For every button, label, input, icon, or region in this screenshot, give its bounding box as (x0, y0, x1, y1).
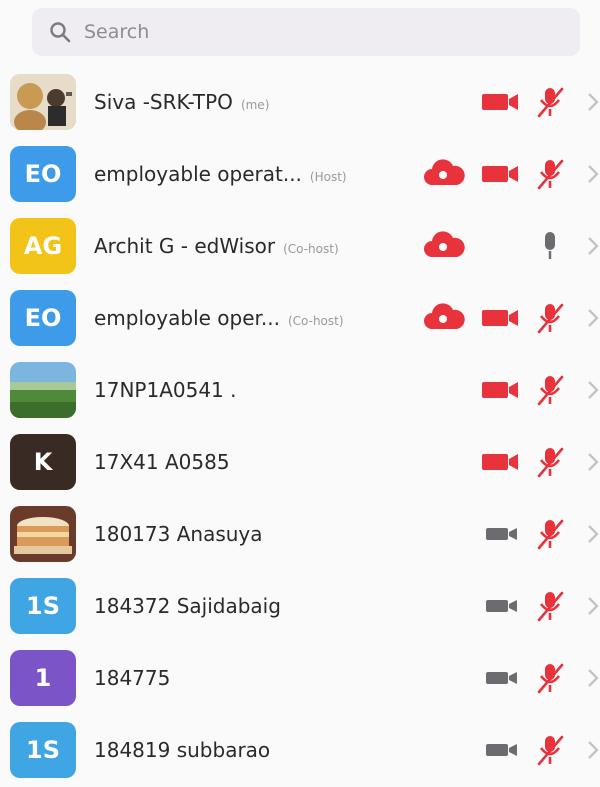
cloud-recording-icon (424, 159, 465, 185)
video-off-icon[interactable] (484, 740, 522, 760)
participant-name-wrap: 17X41 A0585 (94, 450, 230, 474)
participant-name-wrap: Archit G - edWisor (Co-host) (94, 234, 339, 258)
participant-row[interactable]: EO employable oper... (Co-host) (0, 282, 600, 354)
avatar: 1 (10, 650, 76, 706)
search-bar[interactable] (32, 8, 580, 56)
participant-role: (me) (240, 98, 270, 112)
video-on-icon[interactable] (480, 307, 522, 329)
video-off-icon[interactable] (484, 596, 522, 616)
participant-name-wrap: Siva -SRK-TPO (me) (94, 90, 269, 114)
chevron-right-icon[interactable] (586, 451, 600, 473)
chevron-right-icon[interactable] (586, 91, 600, 113)
cloud-recording-icon (424, 303, 465, 329)
avatar: 1S (10, 578, 76, 634)
participant-row[interactable]: 1 184775 (0, 642, 600, 714)
participant-name-wrap: 17NP1A0541 . (94, 378, 237, 402)
video-on-icon[interactable] (480, 163, 522, 185)
participant-name: Archit G - edWisor (94, 234, 276, 258)
participant-name-wrap: 180173 Anasuya (94, 522, 263, 546)
video-on-icon[interactable] (480, 379, 522, 401)
participant-name: 184819 subbarao (94, 738, 271, 762)
participant-row[interactable]: K 17X41 A0585 (0, 426, 600, 498)
cloud-recording-icon (424, 231, 465, 257)
search-icon (50, 22, 71, 43)
chevron-right-icon[interactable] (586, 667, 600, 689)
video-off-icon[interactable] (484, 668, 522, 688)
participant-row[interactable]: AG Archit G - edWisor (Co-host) (0, 210, 600, 282)
mic-muted-icon[interactable] (536, 445, 566, 479)
participant-name: 184372 Sajidabaig (94, 594, 281, 618)
participant-row[interactable]: 1S 184819 subbarao (0, 714, 600, 786)
participant-name-wrap: 184372 Sajidabaig (94, 594, 281, 618)
avatar (10, 362, 76, 418)
mic-muted-icon[interactable] (536, 589, 566, 623)
chevron-right-icon[interactable] (586, 739, 600, 761)
participant-name: employable operat... (94, 162, 302, 186)
avatar (10, 506, 76, 562)
avatar-initials: K (33, 448, 53, 476)
participant-row[interactable]: EO employable operat... (Host) (0, 138, 600, 210)
video-off-icon[interactable] (484, 524, 522, 544)
chevron-right-icon[interactable] (586, 523, 600, 545)
avatar-initials: 1S (26, 592, 60, 620)
participant-name: 184775 (94, 666, 171, 690)
avatar: 1S (10, 722, 76, 778)
participant-name: Siva -SRK-TPO (94, 90, 233, 114)
video-on-icon[interactable] (480, 451, 522, 473)
chevron-right-icon[interactable] (586, 307, 600, 329)
search-input[interactable] (82, 20, 566, 44)
avatar-initials: AG (23, 232, 63, 260)
participant-name-wrap: employable operat... (Host) (94, 162, 347, 186)
participant-role: (Co-host) (287, 314, 344, 328)
participant-row[interactable]: 1S 184372 Sajidabaig (0, 570, 600, 642)
avatar (10, 74, 76, 130)
mic-muted-icon[interactable] (536, 517, 566, 551)
participant-row[interactable]: 17NP1A0541 . (0, 354, 600, 426)
participant-role: (Co-host) (283, 242, 339, 256)
avatar-initials: EO (24, 160, 62, 188)
participant-name: 17NP1A0541 . (94, 378, 237, 402)
avatar-initials: 1 (34, 664, 52, 692)
avatar-initials: EO (24, 304, 62, 332)
mic-muted-icon[interactable] (536, 373, 566, 407)
chevron-right-icon[interactable] (586, 163, 600, 185)
mic-icon[interactable] (540, 229, 560, 263)
chevron-right-icon[interactable] (586, 235, 600, 257)
participants-screen: Siva -SRK-TPO (me) EO emplo (0, 0, 600, 787)
chevron-right-icon[interactable] (586, 595, 600, 617)
participant-row[interactable]: 180173 Anasuya (0, 498, 600, 570)
avatar: EO (10, 146, 76, 202)
avatar: AG (10, 218, 76, 274)
participant-name-wrap: 184819 subbarao (94, 738, 270, 762)
participant-name: 180173 Anasuya (94, 522, 263, 546)
participant-name: 17X41 A0585 (94, 450, 230, 474)
participant-row[interactable]: Siva -SRK-TPO (me) (0, 66, 600, 138)
avatar: EO (10, 290, 76, 346)
avatar-initials: 1S (26, 736, 60, 764)
mic-muted-icon[interactable] (536, 157, 566, 191)
avatar: K (10, 434, 76, 490)
participant-name-wrap: employable oper... (Co-host) (94, 306, 344, 330)
mic-muted-icon[interactable] (536, 733, 566, 767)
video-on-icon[interactable] (480, 91, 522, 113)
mic-muted-icon[interactable] (536, 301, 566, 335)
participant-role: (Host) (309, 170, 347, 184)
participant-name-wrap: 184775 (94, 666, 170, 690)
participant-list: Siva -SRK-TPO (me) EO employable operat.… (0, 66, 600, 786)
chevron-right-icon[interactable] (586, 379, 600, 401)
mic-muted-icon[interactable] (536, 85, 566, 119)
mic-muted-icon[interactable] (536, 661, 566, 695)
participant-name: employable oper... (94, 306, 280, 330)
